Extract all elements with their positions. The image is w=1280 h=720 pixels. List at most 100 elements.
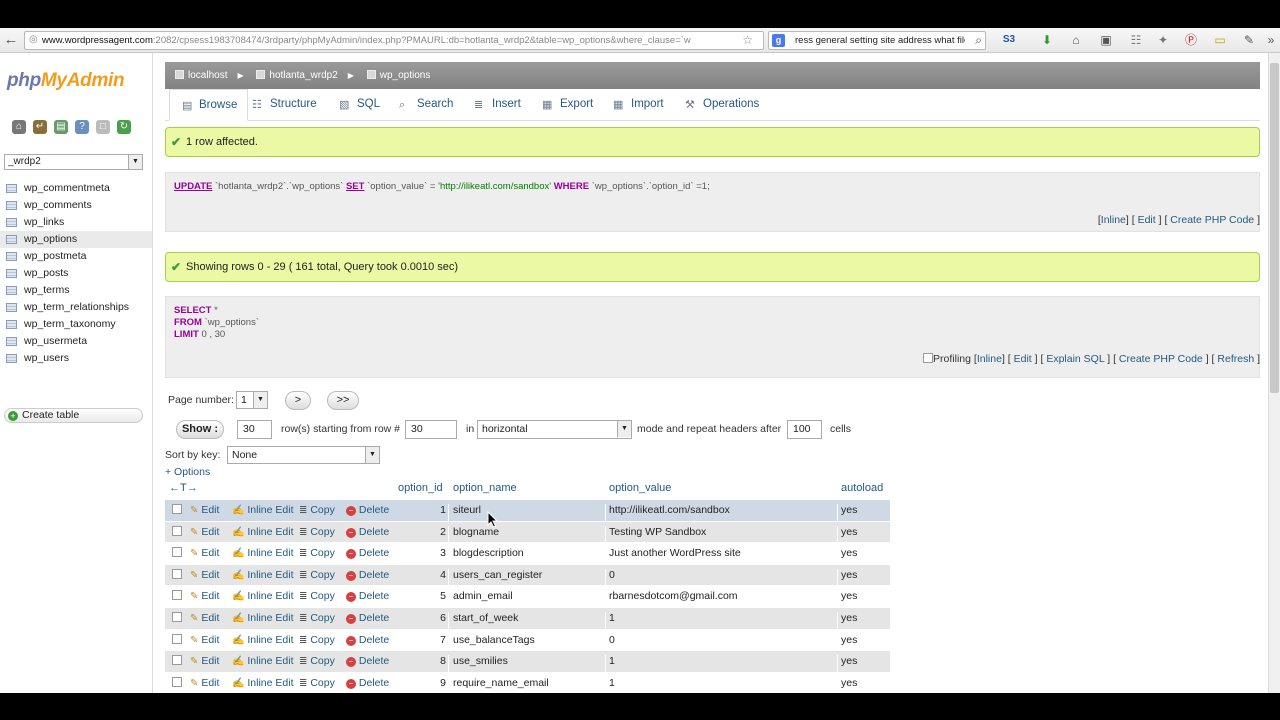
address-bar[interactable]: ◎ www.wordpressagent.com:2082/cpsess1983… xyxy=(24,31,764,50)
sidebar-item-label[interactable]: wp_commentmeta xyxy=(24,182,110,194)
tab-sql[interactable]: ▧ SQL xyxy=(339,89,380,121)
delete-action[interactable]: − Delete xyxy=(346,655,389,668)
cell-option-name[interactable]: use_balanceTags xyxy=(453,634,535,646)
cell-option-value[interactable]: 1 xyxy=(609,655,615,667)
copy-action[interactable]: ≣ Copy xyxy=(299,526,335,538)
column-option-value[interactable]: option_value xyxy=(609,482,671,494)
sidebar-item-label[interactable]: wp_comments xyxy=(24,199,92,211)
row-checkbox[interactable] xyxy=(172,633,182,644)
edit-action[interactable]: ✎ Edit xyxy=(190,504,219,516)
cell-option-value[interactable]: Testing WP Sandbox xyxy=(609,526,706,538)
cell-option-value[interactable]: 1 xyxy=(609,677,615,689)
s3fox-icon[interactable]: S3 xyxy=(1000,32,1018,48)
create-php-code-link[interactable]: Create PHP Code xyxy=(1170,214,1254,226)
copy-action[interactable]: ≣ Copy xyxy=(299,634,335,646)
copy-action[interactable]: ≣ Copy xyxy=(299,677,335,689)
column-option-id[interactable]: option_id xyxy=(398,482,443,494)
rows-count-input[interactable]: 30 xyxy=(237,420,272,439)
explain-sql-link[interactable]: Explain SQL xyxy=(1046,353,1104,365)
reload-icon[interactable]: ↻ xyxy=(117,120,131,134)
addon-icon[interactable]: ✦ xyxy=(1154,32,1172,48)
inline-link[interactable]: Inline xyxy=(1101,214,1126,226)
sidebar-item-wp_comments[interactable]: wp_comments xyxy=(0,197,152,214)
table-row[interactable]: ✎ Edit ✍ Inline Edit ≣ Copy − Delete 2 blogna… xyxy=(165,520,890,547)
copy-action[interactable]: ≣ Copy xyxy=(299,547,335,559)
sidebar-item-label[interactable]: wp_links xyxy=(24,216,64,228)
breadcrumb-table[interactable]: wp_options xyxy=(366,70,430,81)
table-icon[interactable] xyxy=(6,354,17,363)
delete-action[interactable]: − Delete xyxy=(346,504,389,516)
create-php-code-link[interactable]: Create PHP Code xyxy=(1119,353,1203,365)
sidebar-item-label[interactable]: wp_postmeta xyxy=(24,250,86,262)
cell-option-value[interactable]: rbarnesdotcom@gmail.com xyxy=(609,590,738,602)
copy-action[interactable]: ≣ Copy xyxy=(299,612,335,624)
cell-option-id[interactable]: 2 xyxy=(440,526,446,538)
copy-action[interactable]: ≣ Copy xyxy=(299,569,335,581)
table-icon[interactable] xyxy=(6,303,17,312)
extension-icon[interactable]: ☷ xyxy=(1127,32,1145,48)
screenshot-icon[interactable]: ▣ xyxy=(1097,32,1115,48)
column-arrows[interactable]: ←T→ xyxy=(169,482,198,494)
show-button[interactable]: Show : xyxy=(176,420,224,439)
sidebar-item-label[interactable]: wp_term_relationships xyxy=(24,301,129,313)
row-checkbox[interactable] xyxy=(172,547,182,558)
database-select[interactable]: _wrdp2 ▼ xyxy=(4,154,143,170)
inline-edit-action[interactable]: ✍ Inline Edit xyxy=(232,612,294,624)
cell-option-name[interactable]: admin_email xyxy=(453,590,513,602)
cell-autoload[interactable]: yes xyxy=(841,677,857,689)
sql-keyword[interactable]: SET xyxy=(346,181,364,192)
sidebar-item-wp_terms[interactable]: wp_terms xyxy=(0,282,152,299)
create-table-button[interactable]: + Create table xyxy=(4,408,143,423)
profiling-checkbox[interactable] xyxy=(923,353,934,363)
edit-action[interactable]: ✎ Edit xyxy=(190,612,219,624)
sort-by-key-select[interactable]: None ▼ xyxy=(227,446,380,464)
cell-autoload[interactable]: yes xyxy=(841,547,857,559)
delete-action[interactable]: − Delete xyxy=(346,547,389,560)
home-icon[interactable]: ⌂ xyxy=(12,120,26,134)
edit-action[interactable]: ✎ Edit xyxy=(190,526,219,538)
table-icon[interactable] xyxy=(6,320,17,329)
delete-action[interactable]: − Delete xyxy=(346,612,389,624)
pinterest-icon[interactable]: Ⓟ xyxy=(1182,32,1200,48)
cell-autoload[interactable]: yes xyxy=(841,590,857,602)
copy-action[interactable]: ≣ Copy xyxy=(299,655,335,667)
cell-option-value[interactable]: Just another WordPress site xyxy=(609,547,741,559)
tab-import[interactable]: ▦ Import xyxy=(613,89,664,121)
copy-action[interactable]: ≣ Copy xyxy=(299,504,335,516)
inline-edit-action[interactable]: ✍ Inline Edit xyxy=(232,547,294,559)
sidebar-item-label[interactable]: wp_users xyxy=(24,352,69,364)
home-icon[interactable]: ⌂ xyxy=(1067,32,1085,48)
inline-edit-action[interactable]: ✍ Inline Edit xyxy=(232,569,294,581)
inline-edit-action[interactable]: ✍ Inline Edit xyxy=(232,655,294,667)
sidebar-item-wp_term_relationships[interactable]: wp_term_relationships xyxy=(0,299,152,316)
cell-autoload[interactable]: yes xyxy=(841,504,857,516)
cell-autoload[interactable]: yes xyxy=(841,634,857,646)
delete-action[interactable]: − Delete xyxy=(346,590,389,603)
edit-action[interactable]: ✎ Edit xyxy=(190,634,219,646)
sidebar-item-label[interactable]: wp_options xyxy=(24,233,77,245)
sidebar-item-label[interactable]: wp_terms xyxy=(24,284,70,296)
inline-edit-action[interactable]: ✍ Inline Edit xyxy=(232,634,294,646)
sidebar-item-label[interactable]: wp_posts xyxy=(24,267,68,279)
breadcrumb-server[interactable]: localhost xyxy=(175,70,227,81)
last-page-button[interactable]: >> xyxy=(327,391,359,410)
column-option-name[interactable]: option_name xyxy=(453,482,517,494)
cell-option-id[interactable]: 4 xyxy=(440,569,446,581)
edit-action[interactable]: ✎ Edit xyxy=(190,547,219,559)
column-autoload[interactable]: autoload xyxy=(841,482,883,494)
cell-autoload[interactable]: yes xyxy=(841,526,857,538)
cell-option-value[interactable]: 0 xyxy=(609,569,615,581)
table-icon[interactable] xyxy=(6,252,17,261)
start-row-input[interactable]: 30 xyxy=(405,420,457,439)
table-row[interactable]: ✎ Edit ✍ Inline Edit ≣ Copy − Delete 9 requir… xyxy=(165,671,890,693)
breadcrumb-database[interactable]: hotlanta_wrdp2 xyxy=(256,70,338,81)
phpmyadmin-logo[interactable]: phpMyAdmin xyxy=(7,70,125,92)
notes-icon[interactable]: ▭ xyxy=(1211,32,1229,48)
row-checkbox[interactable] xyxy=(172,676,182,687)
copy-action[interactable]: ≣ Copy xyxy=(299,590,335,602)
inline-edit-action[interactable]: ✍ Inline Edit xyxy=(232,526,294,538)
cell-option-id[interactable]: 3 xyxy=(440,547,446,559)
inline-edit-action[interactable]: ✍ Inline Edit xyxy=(232,504,294,516)
delete-action[interactable]: − Delete xyxy=(346,677,389,689)
sidebar-item-wp_postmeta[interactable]: wp_postmeta xyxy=(0,248,152,265)
